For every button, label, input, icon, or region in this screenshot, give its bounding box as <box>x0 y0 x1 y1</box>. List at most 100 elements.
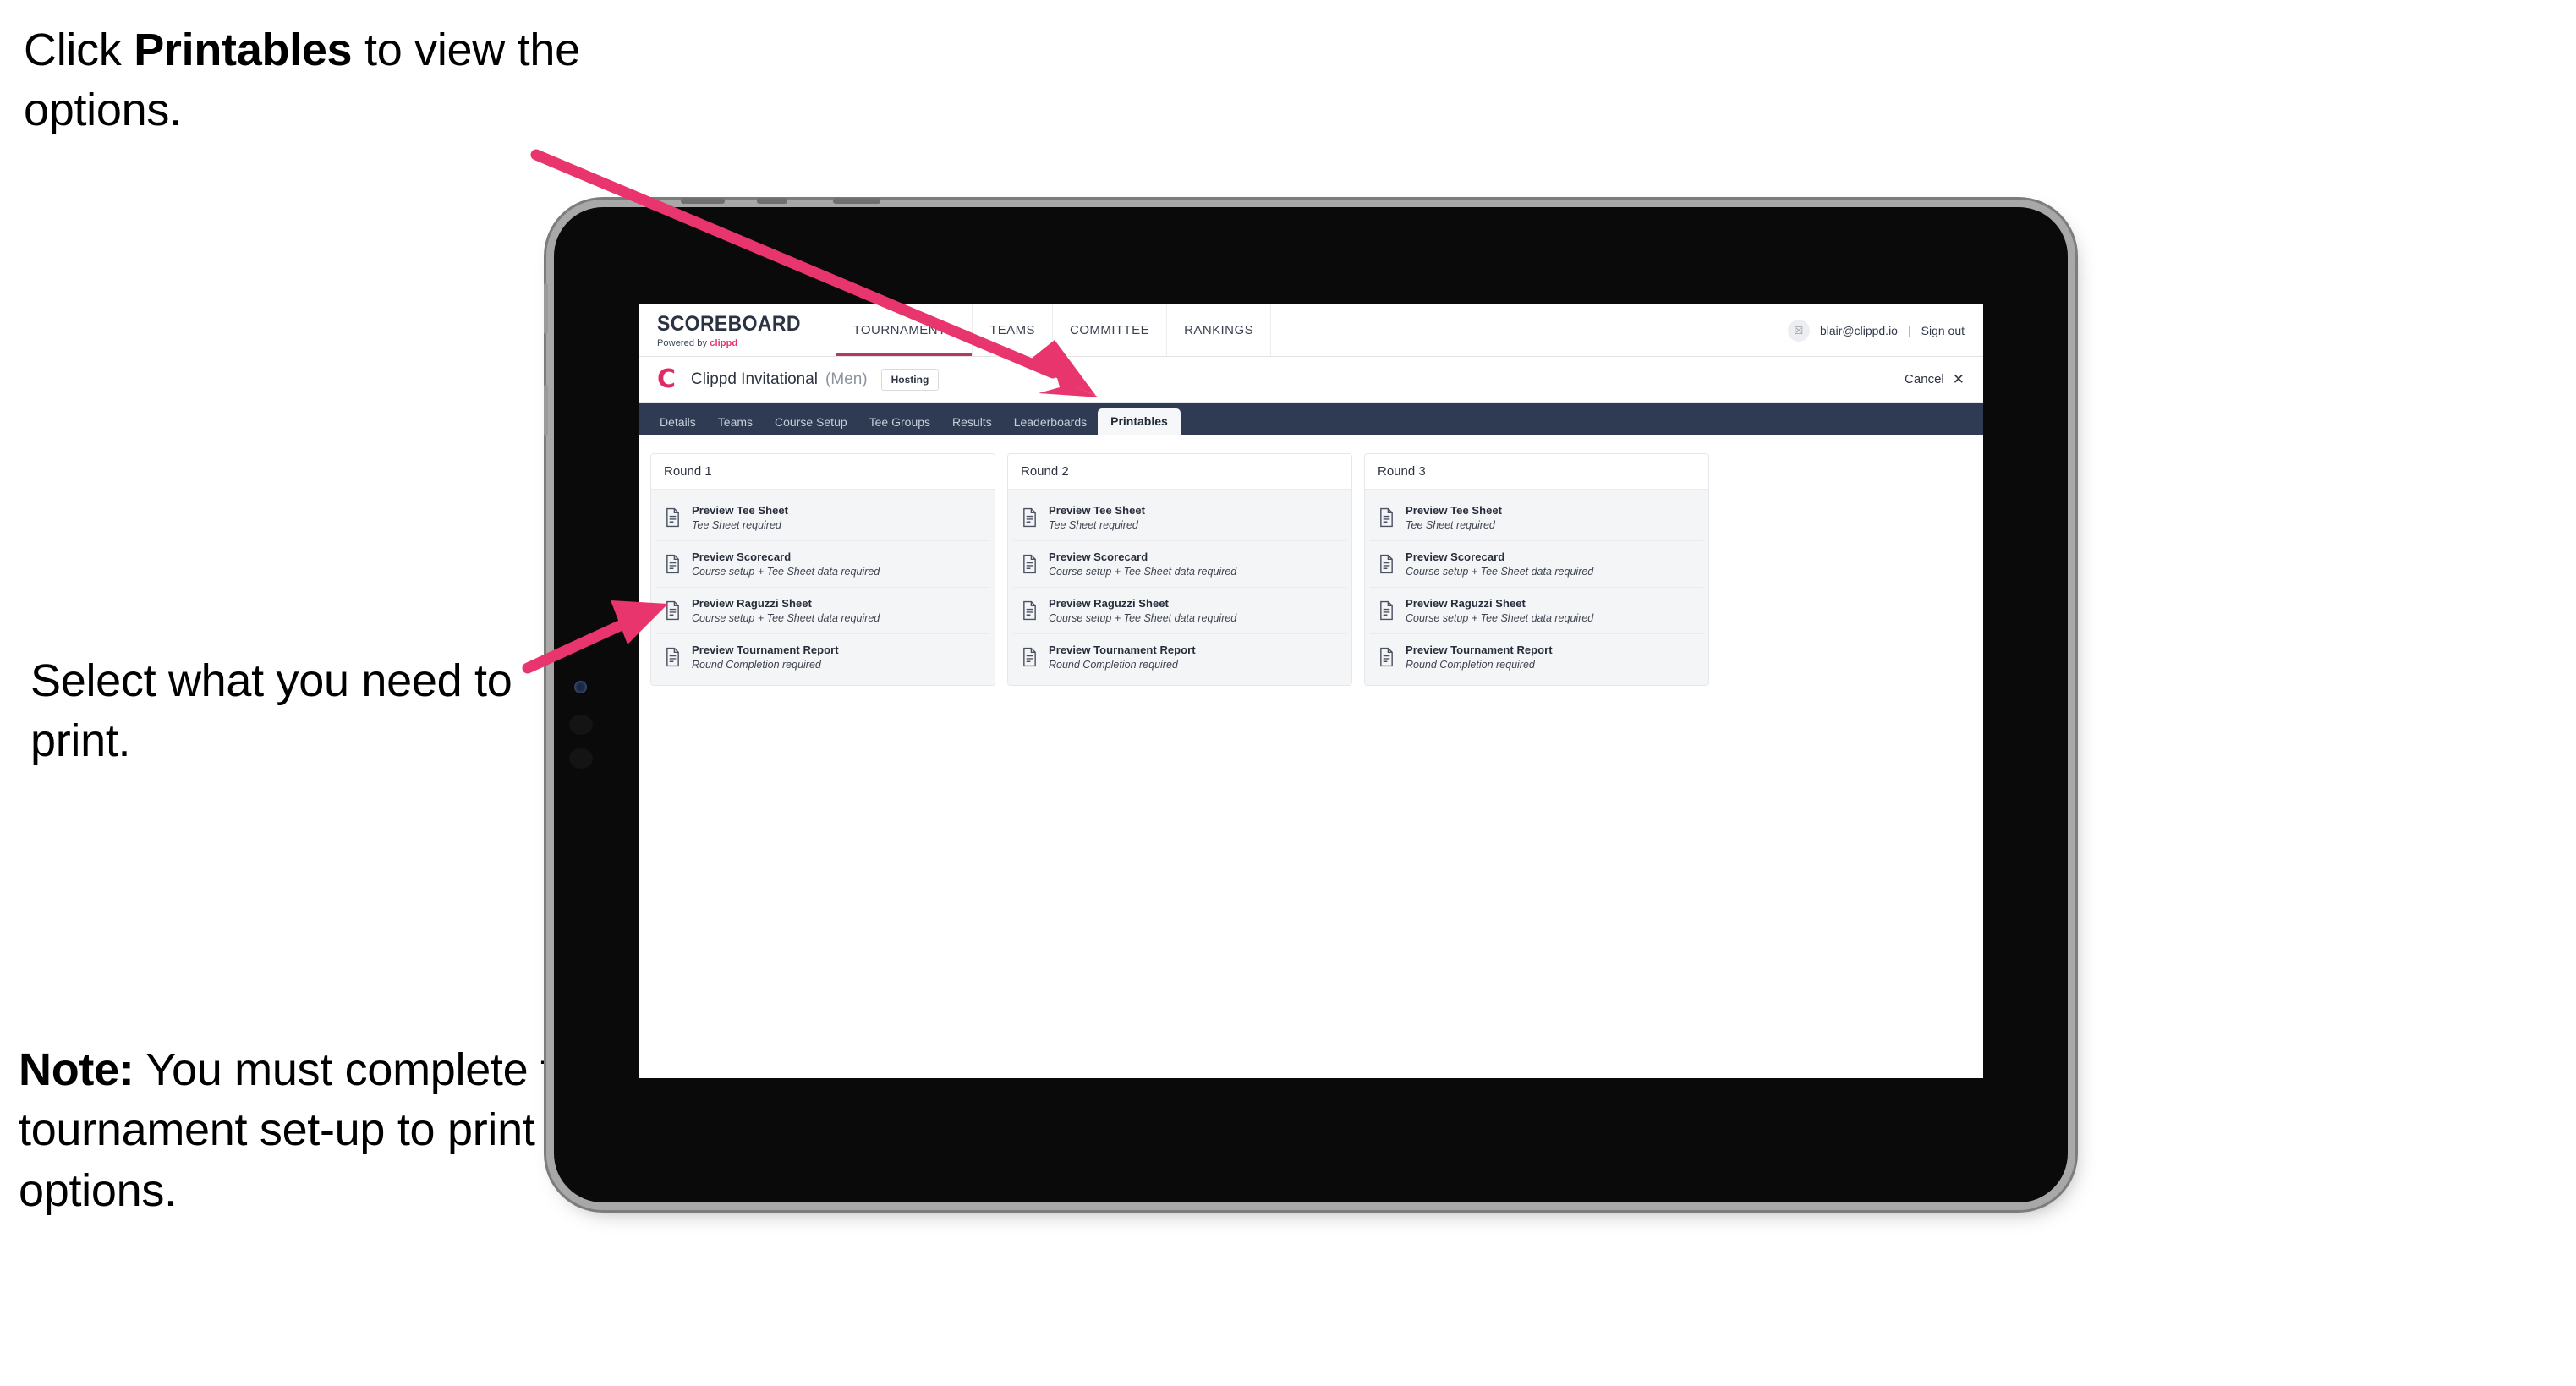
document-icon <box>1380 507 1393 528</box>
item-title: Preview Scorecard <box>1406 551 1505 563</box>
annotation-select-print: Select what you need to print. <box>30 655 512 767</box>
sign-out-link[interactable]: Sign out <box>1921 324 1965 337</box>
nav-item-teams[interactable]: TEAMS <box>973 304 1054 356</box>
item-text: Preview Tournament Report Round Completi… <box>1049 644 1196 671</box>
printable-item-tee-sheet[interactable]: Preview Tee Sheet Tee Sheet required <box>1013 495 1346 541</box>
avatar[interactable]: ☒ <box>1787 319 1810 342</box>
printable-item-raguzzi-sheet[interactable]: Preview Raguzzi Sheet Course setup + Tee… <box>656 588 989 634</box>
document-icon <box>1023 647 1036 667</box>
document-icon <box>1023 600 1036 621</box>
annotation-click-prefix: Click <box>24 25 134 75</box>
item-text: Preview Tournament Report Round Completi… <box>692 644 839 671</box>
item-text: Preview Scorecard Course setup + Tee She… <box>1049 551 1236 578</box>
item-subtitle: Tee Sheet required <box>1049 519 1138 531</box>
brand-title: SCOREBOARD <box>657 312 801 336</box>
printable-item-scorecard[interactable]: Preview Scorecard Course setup + Tee She… <box>656 541 989 588</box>
tab-teams[interactable]: Teams <box>707 409 764 435</box>
document-icon <box>1380 554 1393 574</box>
item-title: Preview Raguzzi Sheet <box>1406 597 1526 610</box>
sensor-dot-1 <box>569 715 593 735</box>
nav-item-committee[interactable]: COMMITTEE <box>1053 304 1168 356</box>
primary-nav: TOURNAMENTS TEAMS COMMITTEE RANKINGS <box>836 304 1272 356</box>
item-subtitle: Course setup + Tee Sheet data required <box>1406 612 1594 624</box>
tab-results[interactable]: Results <box>941 409 1003 435</box>
tournament-bar: C Clippd Invitational (Men) Hosting Canc… <box>639 357 1983 403</box>
cancel-label: Cancel <box>1905 372 1944 386</box>
tab-course-setup[interactable]: Course Setup <box>764 409 858 435</box>
item-text: Preview Raguzzi Sheet Course setup + Tee… <box>1406 597 1593 624</box>
document-icon <box>666 507 679 528</box>
top-button-slot-1 <box>681 198 725 204</box>
round-heading: Round 1 <box>651 454 995 490</box>
close-icon: ✕ <box>1952 370 1965 387</box>
document-icon <box>1023 554 1036 574</box>
item-subtitle: Course setup + Tee Sheet data required <box>1049 612 1237 624</box>
round-items-list: Preview Tee Sheet Tee Sheet required Pre… <box>1365 490 1708 685</box>
item-text: Preview Scorecard Course setup + Tee She… <box>692 551 880 578</box>
user-email: blair@clippd.io <box>1819 323 1898 337</box>
item-subtitle: Course setup + Tee Sheet data required <box>1049 566 1237 578</box>
item-text: Preview Tee Sheet Tee Sheet required <box>1406 504 1502 531</box>
tab-leaderboards[interactable]: Leaderboards <box>1003 409 1098 435</box>
item-text: Preview Tee Sheet Tee Sheet required <box>692 504 788 531</box>
document-icon <box>1380 600 1393 621</box>
document-icon <box>1023 507 1036 528</box>
user-separator: | <box>1907 323 1911 337</box>
round-items-list: Preview Tee Sheet Tee Sheet required Pre… <box>1008 490 1351 685</box>
document-icon <box>666 647 679 667</box>
tournament-tabstrip: Details Teams Course Setup Tee Groups Re… <box>639 403 1983 435</box>
item-subtitle: Tee Sheet required <box>692 519 781 531</box>
round-items-list: Preview Tee Sheet Tee Sheet required Pre… <box>651 490 995 685</box>
item-title: Preview Tournament Report <box>1406 644 1553 656</box>
printable-item-scorecard[interactable]: Preview Scorecard Course setup + Tee She… <box>1013 541 1346 588</box>
hosting-badge: Hosting <box>880 368 940 391</box>
item-title: Preview Raguzzi Sheet <box>1049 597 1169 610</box>
printable-item-tournament-report[interactable]: Preview Tournament Report Round Completi… <box>1370 634 1703 680</box>
tab-tee-groups[interactable]: Tee Groups <box>858 409 941 435</box>
tab-printables[interactable]: Printables <box>1098 408 1181 435</box>
item-title: Preview Tee Sheet <box>1049 504 1146 517</box>
printable-item-tee-sheet[interactable]: Preview Tee Sheet Tee Sheet required <box>1370 495 1703 541</box>
item-subtitle: Round Completion required <box>1049 659 1178 671</box>
printable-item-raguzzi-sheet[interactable]: Preview Raguzzi Sheet Course setup + Tee… <box>1013 588 1346 634</box>
printable-item-raguzzi-sheet[interactable]: Preview Raguzzi Sheet Course setup + Tee… <box>1370 588 1703 634</box>
tablet-device-frame: SCOREBOARD Powered by clippd TOURNAMENTS… <box>544 198 2068 1202</box>
round-column-2: Round 2 Preview Tee Sheet Tee Sheet requ… <box>1007 453 1352 686</box>
brand-subtitle: Powered by clippd <box>657 338 814 348</box>
printable-item-tournament-report[interactable]: Preview Tournament Report Round Completi… <box>656 634 989 680</box>
nav-item-tournaments[interactable]: TOURNAMENTS <box>836 304 973 356</box>
side-button-lower <box>544 385 548 436</box>
item-title: Preview Scorecard <box>692 551 792 563</box>
printable-item-tournament-report[interactable]: Preview Tournament Report Round Completi… <box>1013 634 1346 680</box>
item-text: Preview Tournament Report Round Completi… <box>1406 644 1553 671</box>
printable-item-tee-sheet[interactable]: Preview Tee Sheet Tee Sheet required <box>656 495 989 541</box>
top-button-slot-2 <box>757 198 787 204</box>
front-camera-icon <box>574 681 587 693</box>
item-subtitle: Tee Sheet required <box>1406 519 1495 531</box>
item-subtitle: Course setup + Tee Sheet data required <box>1406 566 1594 578</box>
item-subtitle: Round Completion required <box>692 659 821 671</box>
item-text: Preview Raguzzi Sheet Course setup + Tee… <box>1049 597 1236 624</box>
brand-sub-prefix: Powered by <box>657 338 710 348</box>
topbar-user-area: ☒ blair@clippd.io | Sign out <box>1787 304 1983 356</box>
clippd-logo-icon: C <box>657 364 677 394</box>
item-title: Preview Tee Sheet <box>692 504 789 517</box>
item-title: Preview Scorecard <box>1049 551 1148 563</box>
app-topbar: SCOREBOARD Powered by clippd TOURNAMENTS… <box>639 304 1983 357</box>
side-button-upper <box>544 283 548 334</box>
item-title: Preview Tee Sheet <box>1406 504 1503 517</box>
cancel-button[interactable]: Cancel ✕ <box>1905 371 1965 388</box>
round-heading: Round 2 <box>1008 454 1351 490</box>
item-subtitle: Course setup + Tee Sheet data required <box>692 612 880 624</box>
item-text: Preview Scorecard Course setup + Tee She… <box>1406 551 1593 578</box>
item-title: Preview Tournament Report <box>692 644 839 656</box>
printable-item-scorecard[interactable]: Preview Scorecard Course setup + Tee She… <box>1370 541 1703 588</box>
tournament-name: Clippd Invitational <box>691 370 819 388</box>
nav-item-rankings[interactable]: RANKINGS <box>1167 304 1272 356</box>
round-column-1: Round 1 Preview Tee Sheet Tee Sheet requ… <box>650 453 995 686</box>
document-icon <box>666 554 679 574</box>
scoreboard-logo[interactable]: SCOREBOARD Powered by clippd <box>639 304 836 356</box>
item-subtitle: Round Completion required <box>1406 659 1535 671</box>
tab-details[interactable]: Details <box>649 409 707 435</box>
